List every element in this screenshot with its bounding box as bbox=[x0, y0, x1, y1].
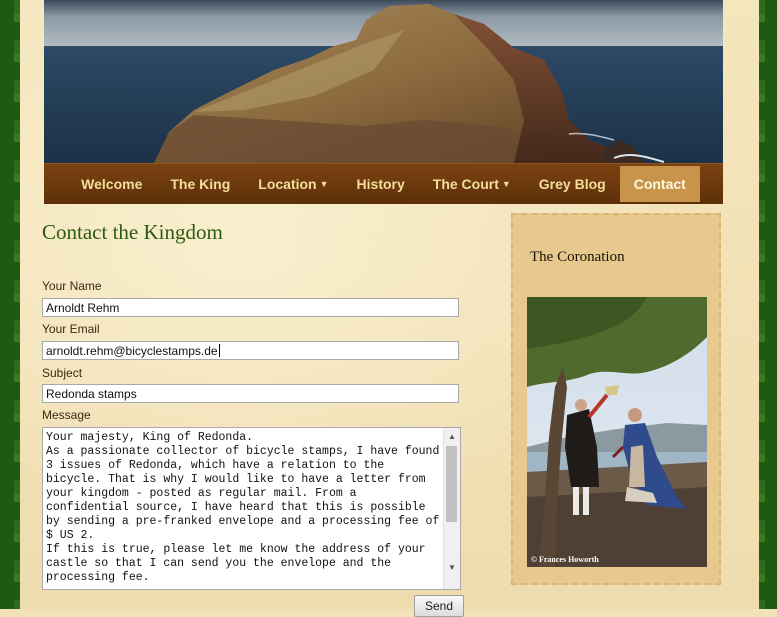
left-border-decoration bbox=[0, 0, 20, 609]
email-value: arnoldt.rehm@bicyclestamps.de bbox=[46, 343, 218, 358]
nav-item-the-king[interactable]: The King bbox=[156, 166, 244, 202]
right-border-decoration bbox=[759, 0, 777, 609]
sidebar-title: The Coronation bbox=[530, 249, 625, 265]
message-scrollbar[interactable]: ▲ ▼ bbox=[443, 428, 460, 589]
subject-field[interactable]: Redonda stamps bbox=[42, 384, 459, 403]
scroll-thumb[interactable] bbox=[446, 446, 457, 522]
nav-item-the-court[interactable]: The Court ▼ bbox=[419, 166, 525, 202]
caret-down-icon: ▼ bbox=[501, 179, 511, 189]
scroll-up-icon[interactable]: ▲ bbox=[444, 428, 460, 444]
text-cursor bbox=[218, 344, 220, 357]
nav-item-welcome[interactable]: Welcome bbox=[67, 166, 156, 202]
nav-item-contact[interactable]: Contact bbox=[619, 166, 700, 202]
page-title: Contact the Kingdom bbox=[42, 220, 223, 244]
send-button[interactable]: Send bbox=[414, 595, 464, 617]
message-textarea[interactable]: Your majesty, King of Redonda. As a pass… bbox=[42, 427, 461, 590]
nav-item-label: The King bbox=[170, 176, 231, 192]
subject-label: Subject bbox=[42, 366, 83, 380]
message-label: Message bbox=[42, 408, 91, 422]
photo-credit: © Frances Howorth bbox=[531, 555, 599, 564]
nav-item-location[interactable]: Location ▼ bbox=[244, 166, 342, 202]
nav-item-grey-blog[interactable]: Grey Blog bbox=[525, 166, 620, 202]
coronation-photo: © Frances Howorth bbox=[527, 297, 707, 567]
name-label: Your Name bbox=[42, 279, 102, 293]
nav-item-label: The Court bbox=[432, 176, 499, 192]
scroll-down-icon[interactable]: ▼ bbox=[444, 559, 460, 575]
nav-item-label: Contact bbox=[633, 176, 686, 192]
page-container: Welcome The King Location ▼ History The … bbox=[16, 0, 763, 617]
caret-down-icon: ▼ bbox=[319, 179, 329, 189]
message-text: Your majesty, King of Redonda. As a pass… bbox=[46, 431, 440, 584]
nav-item-label: Welcome bbox=[81, 176, 143, 192]
email-field[interactable]: arnoldt.rehm@bicyclestamps.de bbox=[42, 341, 459, 360]
nav-item-label: Location bbox=[258, 176, 317, 192]
nav-item-label: Grey Blog bbox=[538, 176, 606, 192]
nav-item-label: History bbox=[356, 176, 405, 192]
sidebar-panel: The Coronation © Frances Howorth bbox=[511, 213, 721, 585]
email-label: Your Email bbox=[42, 322, 100, 336]
header-banner-image bbox=[44, 0, 723, 163]
main-navigation: Welcome The King Location ▼ History The … bbox=[44, 163, 723, 204]
nav-item-history[interactable]: History bbox=[343, 166, 419, 202]
name-field[interactable]: Arnoldt Rehm bbox=[42, 298, 459, 317]
